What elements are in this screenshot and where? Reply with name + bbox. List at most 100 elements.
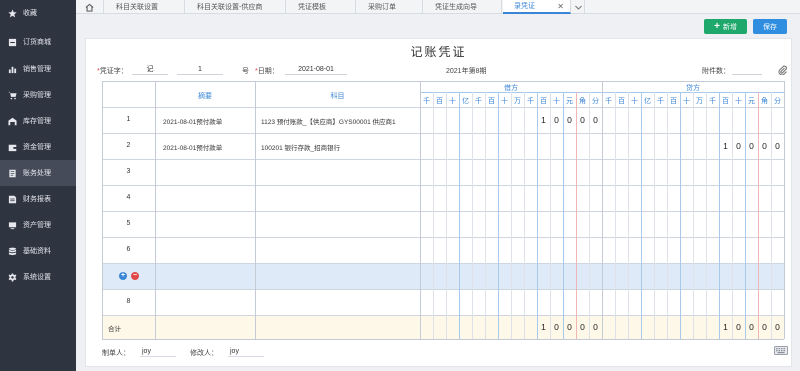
digit-header: 十	[553, 98, 560, 105]
account-cell[interactable]: 100201 银行存款_招商银行	[261, 142, 340, 152]
sidebar-item-warehouse[interactable]: 库存管理	[0, 108, 76, 134]
grid-line	[102, 107, 784, 108]
row-number: 1	[126, 116, 131, 123]
tab-account-link-supplier[interactable]: 科目关联设置-供应商	[186, 0, 286, 14]
voucher-word-field[interactable]: 记	[132, 64, 168, 75]
attachment-count-field[interactable]	[732, 64, 762, 75]
sidebar-item-bar-chart[interactable]: 销售管理	[0, 56, 76, 82]
grid-line	[537, 92, 538, 339]
grid-line	[255, 81, 256, 339]
debit-digit: 0	[554, 115, 559, 125]
total-credit-digit: 0	[736, 322, 741, 332]
sidebar-item-label: 采购管理	[23, 92, 51, 99]
digit-header: 千	[709, 98, 716, 105]
grid-line	[102, 185, 784, 186]
tab-purchase-order[interactable]: 采购订单	[357, 0, 423, 14]
voucher-number-field[interactable]: 1	[177, 64, 223, 75]
row-number: 2	[126, 142, 131, 149]
tab-voucher-wizard[interactable]: 凭证生成向导	[424, 0, 502, 14]
paperclip-icon[interactable]	[778, 65, 787, 76]
store-icon	[7, 37, 17, 47]
summary-cell[interactable]: 2021-08-01预付款单	[163, 116, 222, 126]
total-credit-digit: 0	[762, 322, 767, 332]
ledger-icon	[7, 168, 17, 178]
grid-line	[550, 92, 551, 339]
sidebar-item-label: 资产管理	[23, 222, 51, 229]
sidebar-item-label: 库存管理	[23, 118, 51, 125]
close-icon[interactable]: ✕	[557, 2, 564, 12]
grid-line	[524, 92, 525, 339]
wallet-icon	[7, 142, 17, 152]
remove-row-button[interactable]: −	[131, 272, 139, 280]
total-credit-digit: 1	[723, 322, 728, 332]
voucher-panel: 记账凭证 *凭证字： 记 1 号 *日期： 2021-08-01 2021年第8…	[85, 38, 792, 367]
digit-header: 角	[579, 98, 586, 105]
digit-header: 百	[488, 98, 495, 105]
account-cell[interactable]: 1123 预付账款_【供应商】GYS00001 供应商1	[261, 116, 396, 126]
digit-header: 千	[423, 98, 430, 105]
grid-line	[706, 92, 707, 339]
sidebar-item-asset[interactable]: 资产管理	[0, 212, 76, 238]
tab-more-dropdown[interactable]	[572, 0, 585, 14]
grid-line	[102, 133, 784, 134]
editor-label: 修改人：	[190, 350, 218, 357]
grid-line	[102, 263, 784, 264]
grid-line	[420, 81, 421, 339]
sidebar-item-label: 系统设置	[23, 274, 51, 281]
grid-line	[758, 92, 759, 339]
grid-line	[576, 92, 577, 339]
sidebar-item-gear[interactable]: 系统设置	[0, 264, 76, 290]
tab-account-link-settings[interactable]: 科目关联设置	[105, 0, 185, 14]
add-row-button[interactable]: +	[119, 272, 127, 280]
sidebar-item-label: 收藏	[23, 10, 37, 17]
tab-label: 科目关联设置	[116, 4, 158, 11]
total-credit-digit: 0	[749, 322, 754, 332]
credit-digit: 0	[736, 141, 741, 151]
tab-enter-voucher[interactable]: 录凭证 ✕	[503, 0, 571, 14]
keyboard-icon[interactable]	[774, 346, 788, 355]
debit-digit: 0	[593, 115, 598, 125]
grid-line	[102, 289, 784, 290]
digit-header: 十	[631, 98, 638, 105]
grid-line	[719, 92, 720, 339]
total-debit-digit: 1	[541, 322, 546, 332]
digit-header: 元	[748, 98, 755, 105]
sidebar-item-ledger[interactable]: 账务处理	[0, 160, 76, 186]
credit-digit: 0	[749, 141, 754, 151]
bar-chart-icon	[7, 64, 17, 74]
new-button[interactable]: + 新增	[704, 19, 747, 34]
grid-line	[102, 237, 784, 238]
digit-header: 十	[735, 98, 742, 105]
sidebar-item-cart[interactable]: 采购管理	[0, 82, 76, 108]
save-button[interactable]: 保存	[753, 19, 787, 34]
voucher-grid: 摘要 科目 借方 贷方千百十亿千百十万千百十元角分千百十亿千百十万千百十元角分 1 202…	[102, 81, 786, 343]
date-field[interactable]: 2021-08-01	[285, 64, 347, 75]
voucher-number-suffix: 号	[242, 68, 249, 75]
total-debit-digit: 0	[580, 322, 585, 332]
home-tab[interactable]	[76, 0, 104, 14]
sidebar-item-database[interactable]: 基础资料	[0, 238, 76, 264]
grid-line	[680, 92, 681, 339]
total-row-bg	[102, 315, 784, 339]
digit-header: 百	[436, 98, 443, 105]
tab-label: 凭证生成向导	[435, 4, 477, 11]
selected-row-bg	[102, 263, 784, 289]
sidebar-item-star[interactable]: 收藏	[0, 0, 76, 26]
debit-digit: 0	[567, 115, 572, 125]
summary-cell[interactable]: 2021-08-01预付款单	[163, 142, 222, 152]
tab-voucher-template[interactable]: 凭证模板	[287, 0, 356, 14]
digit-header: 角	[761, 98, 768, 105]
digit-header: 分	[774, 98, 781, 105]
home-icon	[85, 3, 94, 12]
grid-line	[589, 92, 590, 339]
grid-line	[459, 92, 460, 339]
sidebar-item-report[interactable]: 财务报表	[0, 186, 76, 212]
sidebar-item-label: 订货商城	[23, 39, 51, 46]
sidebar-item-wallet[interactable]: 资金管理	[0, 134, 76, 160]
digit-header: 千	[657, 98, 664, 105]
digit-header: 十	[449, 98, 456, 105]
sidebar-item-store[interactable]: 订货商城	[0, 29, 76, 55]
digit-header: 千	[475, 98, 482, 105]
grid-line	[102, 159, 784, 160]
grid-line	[602, 81, 603, 339]
